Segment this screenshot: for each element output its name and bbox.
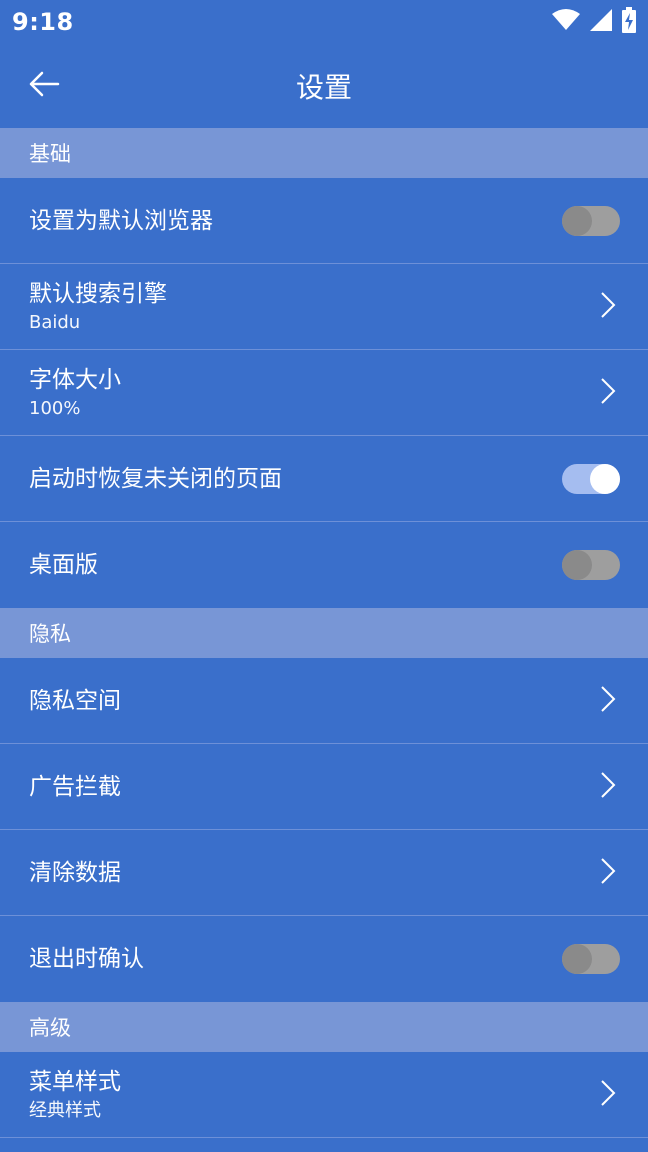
row-text: 桌面版 (29, 550, 98, 580)
row-text: 清除数据 (29, 858, 121, 888)
default-browser-toggle[interactable] (562, 205, 620, 236)
arrow-left-icon (28, 71, 60, 101)
setting-menu-style[interactable]: 菜单样式 经典样式 (0, 1052, 648, 1138)
section-header-privacy: 隐私 (0, 608, 648, 658)
chevron-right-icon (598, 770, 620, 804)
row-text: 退出时确认 (29, 944, 144, 974)
setting-value: Baidu (29, 311, 81, 333)
setting-label: 广告拦截 (29, 773, 121, 800)
setting-label: 字体大小 (29, 366, 121, 393)
back-button[interactable] (24, 66, 64, 106)
toggle-thumb (562, 205, 592, 236)
cell-signal-icon (590, 9, 612, 35)
setting-label: 启动时恢复未关闭的页面 (29, 465, 282, 492)
row-text: 启动时恢复未关闭的页面 (29, 464, 282, 494)
section-header-basic: 基础 (0, 128, 648, 178)
setting-label: 退出时确认 (29, 946, 144, 972)
setting-label: 桌面版 (29, 552, 98, 578)
status-icons (552, 7, 636, 37)
setting-clear-data[interactable]: 清除数据 (0, 830, 648, 916)
setting-default-browser[interactable]: 设置为默认浏览器 (0, 178, 648, 264)
setting-label: 隐私空间 (29, 687, 121, 714)
section-header-advanced: 高级 (0, 1002, 648, 1052)
setting-desktop-mode[interactable]: 桌面版 (0, 522, 648, 608)
page-title: 设置 (295, 71, 352, 104)
setting-label: 清除数据 (29, 859, 121, 886)
chevron-right-icon (598, 290, 620, 324)
confirm-exit-toggle[interactable] (562, 944, 620, 974)
status-time: 9:18 (12, 8, 74, 36)
chevron-right-icon (598, 684, 620, 718)
desktop-mode-toggle[interactable] (562, 550, 620, 580)
settings-screen: 9:18 设置 基础 设置为默认浏览器 默认搜索引擎 Baidu 字体大小 10… (0, 0, 648, 1152)
setting-search-engine[interactable]: 默认搜索引擎 Baidu (0, 264, 648, 350)
setting-value: 经典样式 (29, 1099, 101, 1121)
row-text: 广告拦截 (29, 772, 121, 802)
toggle-thumb (562, 944, 592, 974)
setting-label: 菜单样式 (29, 1068, 121, 1095)
setting-label: 默认搜索引擎 (29, 280, 167, 307)
restore-pages-toggle[interactable] (562, 463, 620, 494)
battery-charging-icon (622, 7, 636, 37)
app-bar: 设置 (0, 44, 648, 128)
chevron-right-icon (598, 1078, 620, 1112)
chevron-right-icon (598, 856, 620, 890)
status-bar: 9:18 (0, 0, 648, 44)
wifi-icon (552, 9, 580, 35)
chevron-right-icon (598, 376, 620, 410)
row-text: 字体大小 100% (29, 365, 121, 421)
setting-private-space[interactable]: 隐私空间 (0, 658, 648, 744)
setting-font-size[interactable]: 字体大小 100% (0, 350, 648, 436)
row-text: 设置为默认浏览器 (29, 206, 213, 236)
setting-ad-block[interactable]: 广告拦截 (0, 744, 648, 830)
toggle-thumb (562, 550, 592, 580)
row-text: 菜单样式 经典样式 (29, 1067, 121, 1123)
row-text: 默认搜索引擎 Baidu (29, 279, 167, 335)
setting-label: 设置为默认浏览器 (29, 207, 213, 234)
toggle-thumb (590, 463, 620, 494)
row-text: 隐私空间 (29, 686, 121, 716)
setting-restore-pages[interactable]: 启动时恢复未关闭的页面 (0, 436, 648, 522)
setting-confirm-exit[interactable]: 退出时确认 (0, 916, 648, 1002)
setting-value: 100% (29, 397, 81, 419)
